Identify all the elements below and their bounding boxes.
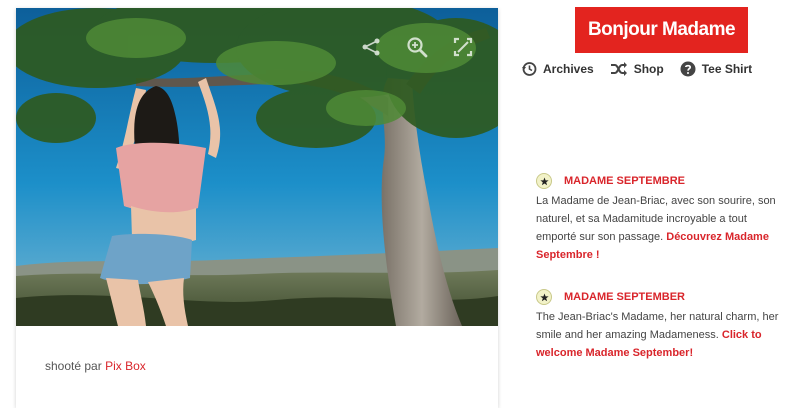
post-card: shooté par Pix Box	[16, 8, 498, 408]
shuffle-icon	[610, 62, 627, 76]
news-head: MADAME SEPTEMBRE	[536, 172, 784, 190]
news-title: MADAME SEPTEMBRE	[564, 175, 686, 187]
photo-caption: shooté par Pix Box	[45, 359, 146, 373]
photo-tools	[358, 34, 476, 60]
question-icon	[680, 61, 696, 77]
zoom-icon[interactable]	[404, 34, 430, 60]
star-icon	[536, 289, 552, 305]
history-icon	[522, 62, 537, 76]
top-nav: Archives Shop Tee Shirt	[521, 61, 752, 77]
news-title: MADAME SEPTEMBER	[564, 291, 686, 303]
site-logo-button[interactable]: Bonjour Madame	[575, 7, 748, 53]
news-head: MADAME SEPTEMBER	[536, 288, 784, 306]
share-icon[interactable]	[358, 34, 384, 60]
news-item: MADAME SEPTEMBER The Jean-Briac's Madame…	[536, 288, 784, 362]
news-body: La Madame de Jean-Briac, avec son sourir…	[536, 192, 784, 264]
star-icon	[536, 173, 552, 189]
expand-icon[interactable]	[450, 34, 476, 60]
caption-prefix: shooté par	[45, 359, 102, 373]
nav-item-tee-shirt[interactable]: Tee Shirt	[680, 61, 752, 77]
nav-item-archives[interactable]: Archives	[521, 61, 594, 77]
nav-item-shop[interactable]: Shop	[610, 61, 664, 77]
nav-label-shop: Shop	[633, 62, 664, 76]
post-photo[interactable]	[16, 8, 498, 326]
nav-label-tee-shirt: Tee Shirt	[701, 62, 753, 76]
news-item: MADAME SEPTEMBRE La Madame de Jean-Briac…	[536, 172, 784, 264]
news-body: The Jean-Briac's Madame, her natural cha…	[536, 308, 784, 362]
photographer-link[interactable]: Pix Box	[105, 359, 146, 373]
nav-label-archives: Archives	[543, 62, 594, 76]
